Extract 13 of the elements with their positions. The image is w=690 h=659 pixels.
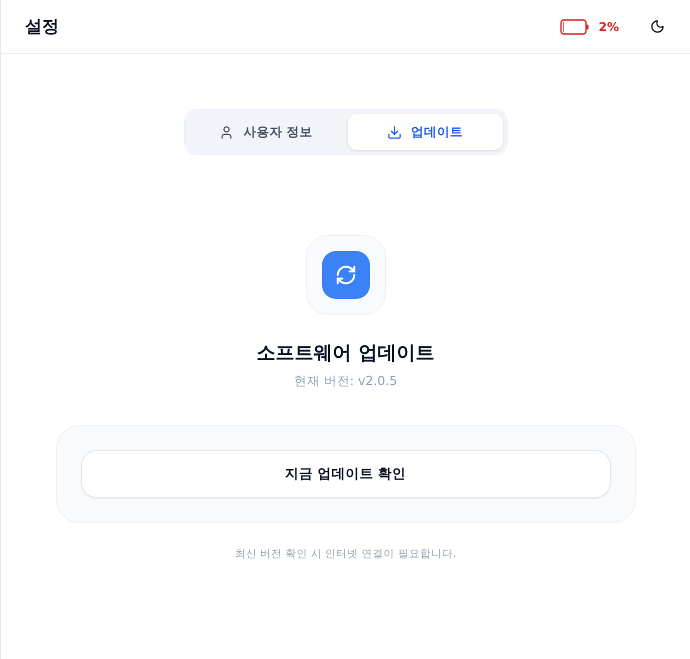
tab[interactable]: 사용자 정보 bbox=[188, 114, 344, 150]
page-title: 설정 bbox=[25, 16, 59, 38]
battery-icon bbox=[560, 18, 589, 34]
battery-percentage: 2% bbox=[598, 20, 619, 34]
moon-icon bbox=[650, 19, 664, 34]
section-title: 소프트웨어 업데이트 bbox=[256, 341, 434, 365]
connection-note: 최신 버전 확인 시 인터넷 연결이 필요합니다. bbox=[234, 547, 456, 561]
download-icon bbox=[387, 124, 402, 140]
tab[interactable]: 업데이트 bbox=[348, 114, 502, 150]
refresh-icon bbox=[334, 264, 356, 286]
user-icon bbox=[219, 124, 234, 140]
check-update-button[interactable]: 지금 업데이트 확인 bbox=[80, 450, 610, 498]
current-version: 현재 버전: v2.0.5 bbox=[294, 373, 398, 389]
